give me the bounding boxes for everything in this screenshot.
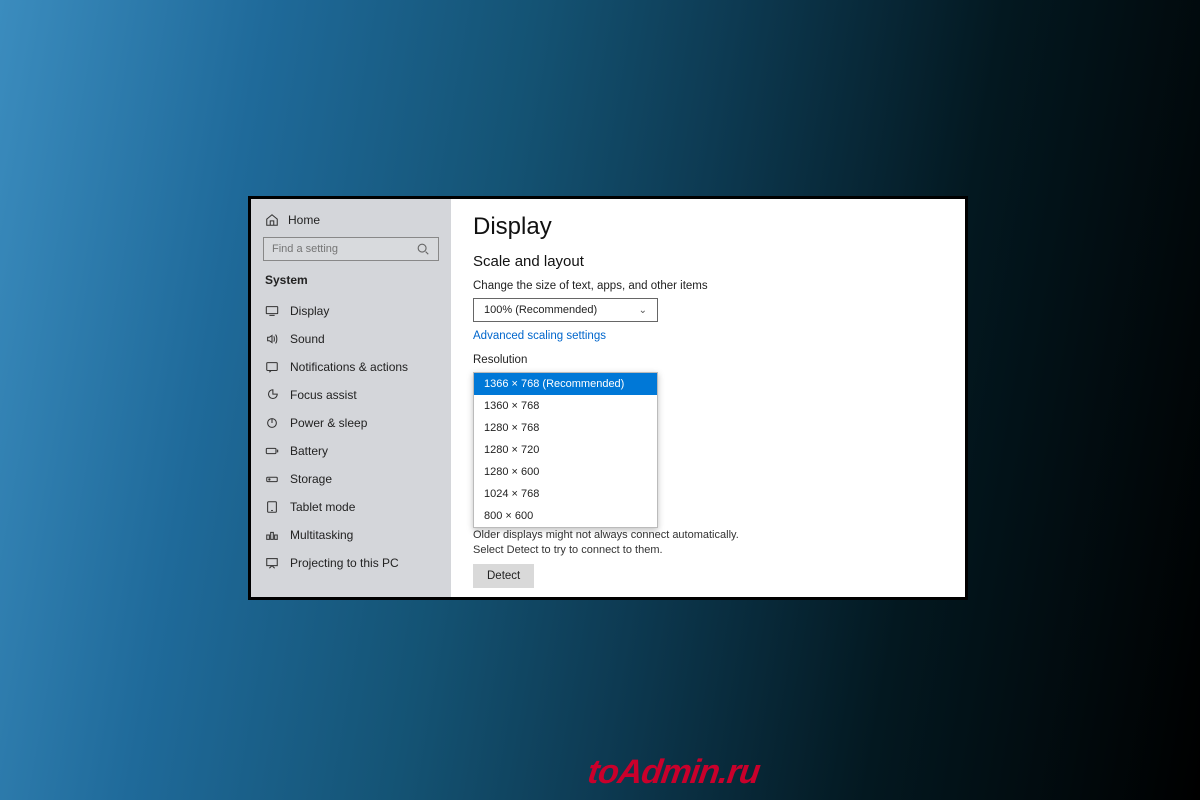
- section-title: Scale and layout: [473, 253, 943, 270]
- sidebar-item-battery[interactable]: Battery: [251, 437, 451, 465]
- sidebar-item-tablet-mode[interactable]: Tablet mode: [251, 493, 451, 521]
- nav-label: Sound: [290, 332, 325, 346]
- search-box[interactable]: [263, 237, 439, 261]
- page-title: Display: [473, 213, 943, 241]
- sound-icon: [265, 332, 280, 346]
- home-label: Home: [288, 213, 320, 227]
- scale-value: 100% (Recommended): [484, 304, 597, 316]
- main-panel: Display Scale and layout Change the size…: [451, 199, 965, 597]
- nav-label: Display: [290, 304, 329, 318]
- nav-label: Focus assist: [290, 388, 357, 402]
- sidebar-item-focus-assist[interactable]: Focus assist: [251, 381, 451, 409]
- resolution-option[interactable]: 1360 × 768: [474, 395, 657, 417]
- home-icon: [265, 213, 280, 227]
- notifications-icon: [265, 360, 280, 374]
- resolution-block: Resolution 1366 × 768 (Recommended) 1360…: [473, 354, 943, 366]
- projecting-icon: [265, 556, 280, 570]
- detect-button[interactable]: Detect: [473, 564, 534, 588]
- resolution-option[interactable]: 1280 × 720: [474, 439, 657, 461]
- power-icon: [265, 416, 280, 430]
- sidebar-item-multitasking[interactable]: Multitasking: [251, 521, 451, 549]
- nav-label: Storage: [290, 472, 332, 486]
- search-input[interactable]: [272, 243, 416, 255]
- nav-label: Power & sleep: [290, 416, 367, 430]
- advanced-scaling-link[interactable]: Advanced scaling settings: [473, 330, 943, 342]
- nav-label: Notifications & actions: [290, 360, 408, 374]
- resolution-option[interactable]: 1366 × 768 (Recommended): [474, 373, 657, 395]
- resolution-option[interactable]: 1024 × 768: [474, 483, 657, 505]
- nav-label: Tablet mode: [290, 500, 355, 514]
- home-nav[interactable]: Home: [251, 209, 451, 237]
- focus-assist-icon: [265, 388, 280, 402]
- nav-label: Battery: [290, 444, 328, 458]
- category-title: System: [251, 273, 451, 297]
- nav-label: Projecting to this PC: [290, 556, 399, 570]
- sidebar-item-display[interactable]: Display: [251, 297, 451, 325]
- scale-select[interactable]: 100% (Recommended) ⌄: [473, 298, 658, 322]
- resolution-option[interactable]: 1280 × 600: [474, 461, 657, 483]
- sidebar-item-sound[interactable]: Sound: [251, 325, 451, 353]
- resolution-option[interactable]: 1280 × 768: [474, 417, 657, 439]
- multitasking-icon: [265, 528, 280, 542]
- resolution-label: Resolution: [473, 354, 943, 366]
- storage-icon: [265, 472, 280, 486]
- resolution-option[interactable]: 800 × 600: [474, 505, 657, 527]
- sidebar-item-power-sleep[interactable]: Power & sleep: [251, 409, 451, 437]
- nav-label: Multitasking: [290, 528, 353, 542]
- sidebar-item-storage[interactable]: Storage: [251, 465, 451, 493]
- search-icon: [416, 242, 430, 256]
- scale-label: Change the size of text, apps, and other…: [473, 280, 943, 292]
- monitor-icon: [265, 304, 280, 318]
- search-wrap: [251, 237, 451, 273]
- sidebar-item-projecting[interactable]: Projecting to this PC: [251, 549, 451, 577]
- battery-icon: [265, 444, 280, 458]
- detect-help-text: Older displays might not always connect …: [473, 528, 763, 558]
- settings-window: Home System Display Sound Notifications …: [248, 196, 968, 600]
- chevron-down-icon: ⌄: [639, 305, 647, 316]
- sidebar: Home System Display Sound Notifications …: [251, 199, 451, 597]
- resolution-dropdown[interactable]: 1366 × 768 (Recommended) 1360 × 768 1280…: [473, 372, 658, 528]
- tablet-icon: [265, 500, 280, 514]
- sidebar-item-notifications[interactable]: Notifications & actions: [251, 353, 451, 381]
- watermark: toAdmin.ru: [585, 753, 762, 792]
